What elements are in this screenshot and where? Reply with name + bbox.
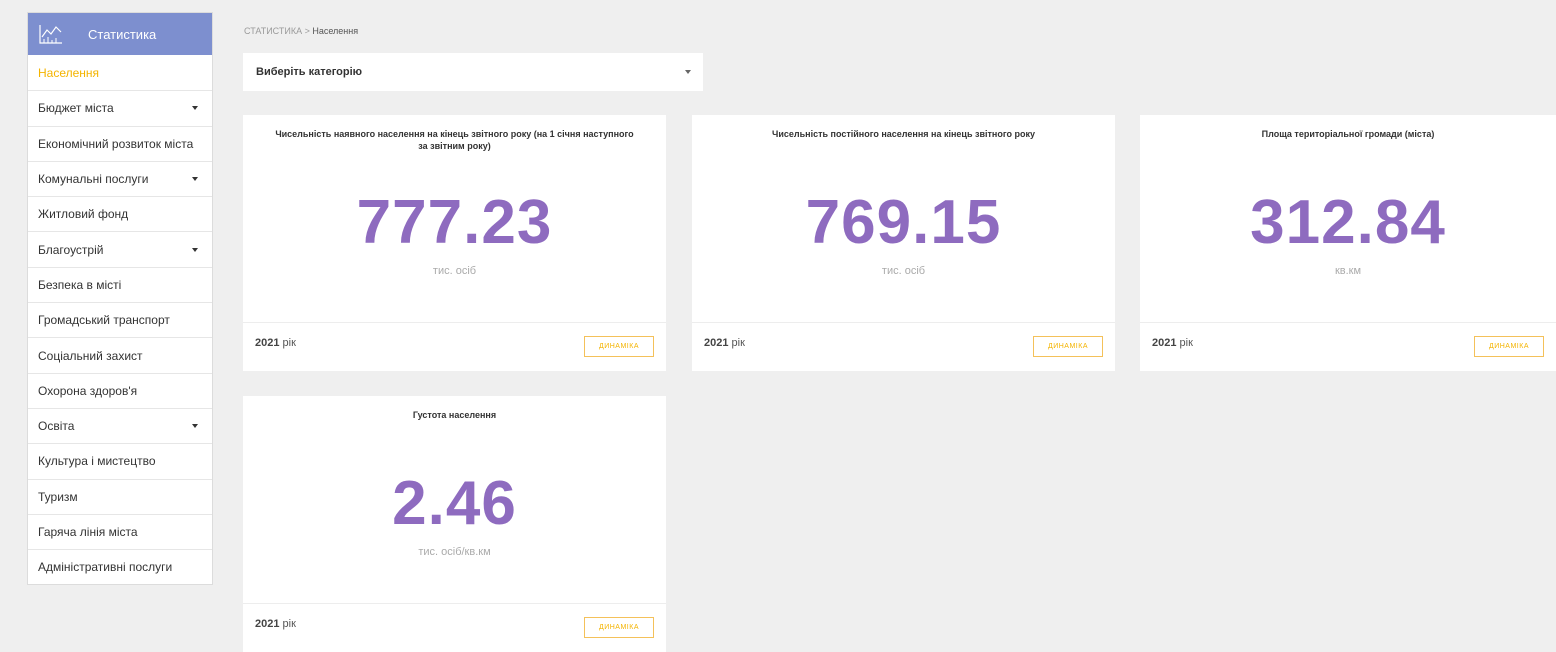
sidebar-item-label: Безпека в місті <box>38 277 122 292</box>
category-select-label: Виберіть категорію <box>256 66 363 78</box>
card-value: 777.23 <box>356 188 553 257</box>
sidebar-item-label: Адміністративні послуги <box>38 560 173 575</box>
card-divider <box>692 322 1115 323</box>
card-title: Чисельність наявного населення на кінець… <box>275 129 634 151</box>
sidebar-item[interactable]: Гаряча лінія міста <box>28 513 212 549</box>
sidebar-item-label: Благоустрій <box>38 242 104 257</box>
card-unit: тис. осіб <box>881 265 926 277</box>
sidebar: Статистика Населення Бюджет міста Економіч… <box>27 12 213 586</box>
card-year-value: 2021 <box>1152 337 1177 349</box>
sidebar-item-label: Комунальні послуги <box>38 172 149 187</box>
stat-card: Густота населення 2.46 тис. осіб/кв.км 2021… <box>243 396 666 652</box>
card-year-suffix: рік <box>1176 337 1193 349</box>
card-year-value: 2021 <box>255 618 280 630</box>
card-year: 2021 рік <box>255 618 296 630</box>
sidebar-item[interactable]: Адміністративні послуги <box>28 549 212 584</box>
sidebar-item-label: Житловий фонд <box>38 207 129 222</box>
chevron-down-icon <box>192 106 198 111</box>
sidebar-item-label: Бюджет міста <box>38 101 114 116</box>
sidebar-header[interactable]: Статистика <box>28 13 212 55</box>
sidebar-item-label: Охорона здоров'я <box>38 383 138 398</box>
card-unit: тис. осіб/кв.км <box>418 546 491 558</box>
card-value: 769.15 <box>805 188 1002 257</box>
card-year-suffix: рік <box>279 618 296 630</box>
sidebar-item[interactable]: Населення <box>28 55 212 90</box>
chevron-down-icon <box>685 70 691 74</box>
sidebar-item[interactable]: Благоустрій <box>28 231 212 266</box>
card-title: Густота населення <box>412 410 497 420</box>
category-select[interactable]: Виберіть категорію <box>243 53 703 91</box>
card-year: 2021 рік <box>1152 337 1193 349</box>
card-title: Площа територіальної громади (міста) <box>1261 129 1435 139</box>
card-year: 2021 рік <box>704 337 745 349</box>
card-value: 2.46 <box>392 469 517 538</box>
sidebar-item-label: Соціальний захист <box>38 348 143 363</box>
breadcrumb-separator: > <box>302 26 313 36</box>
card-value: 312.84 <box>1250 188 1446 257</box>
card-unit: кв.км <box>1334 265 1362 277</box>
breadcrumb: СТАТИСТИКА > Населення <box>244 26 358 36</box>
sidebar-item-label: Культура і мистецтво <box>38 454 156 469</box>
card-year-value: 2021 <box>255 337 280 349</box>
sidebar-item[interactable]: Охорона здоров'я <box>28 372 212 408</box>
card-year-suffix: рік <box>728 337 745 349</box>
sidebar-item[interactable]: Комунальні послуги <box>28 160 212 196</box>
sidebar-item-label: Економічний розвиток міста <box>38 136 194 151</box>
card-title: Чисельність постійного населення на кіне… <box>772 129 1035 139</box>
chevron-down-icon <box>192 247 198 252</box>
breadcrumb-current: Населення <box>312 26 359 36</box>
sidebar-item[interactable]: Культура і мистецтво <box>28 443 212 478</box>
sidebar-item-label: Туризм <box>38 489 78 504</box>
sidebar-item[interactable]: Бюджет міста <box>28 90 212 125</box>
breadcrumb-root[interactable]: СТАТИСТИКА <box>244 26 302 36</box>
sidebar-item[interactable]: Туризм <box>28 478 212 514</box>
stat-card: Чисельність постійного населення на кіне… <box>692 115 1115 371</box>
sidebar-item[interactable]: Житловий фонд <box>28 196 212 231</box>
chevron-down-icon <box>192 424 198 429</box>
sidebar-item[interactable]: Безпека в місті <box>28 266 212 302</box>
sidebar-item-label: Гаряча лінія міста <box>38 525 138 539</box>
sidebar-item-label: Освіта <box>38 419 75 434</box>
sidebar-header-label: Статистика <box>88 26 157 42</box>
stat-card: Чисельність наявного населення на кінець… <box>243 115 666 371</box>
card-year-suffix: рік <box>279 337 296 349</box>
sidebar-item-label: Населення <box>38 65 100 80</box>
card-divider <box>243 322 666 323</box>
card-year-value: 2021 <box>704 337 729 349</box>
dynamics-button[interactable]: ДИНАМІКА <box>1033 336 1103 357</box>
chevron-down-icon <box>192 177 198 182</box>
sidebar-item[interactable]: Економічний розвиток міста <box>28 125 212 161</box>
sidebar-item-label: Громадський транспорт <box>38 313 170 328</box>
chart-icon <box>39 25 62 44</box>
sidebar-item[interactable]: Громадський транспорт <box>28 302 212 337</box>
dynamics-button[interactable]: ДИНАМІКА <box>584 336 654 357</box>
card-divider <box>1140 322 1556 323</box>
sidebar-item[interactable]: Соціальний захист <box>28 337 212 372</box>
card-year: 2021 рік <box>255 337 296 349</box>
sidebar-item[interactable]: Освіта <box>28 407 212 443</box>
card-unit: тис. осіб <box>432 265 477 277</box>
stat-card: Площа територіальної громади (міста) 312.… <box>1140 115 1556 371</box>
dynamics-button[interactable]: ДИНАМІКА <box>1474 336 1544 357</box>
card-divider <box>243 603 666 604</box>
dynamics-button[interactable]: ДИНАМІКА <box>584 617 654 638</box>
